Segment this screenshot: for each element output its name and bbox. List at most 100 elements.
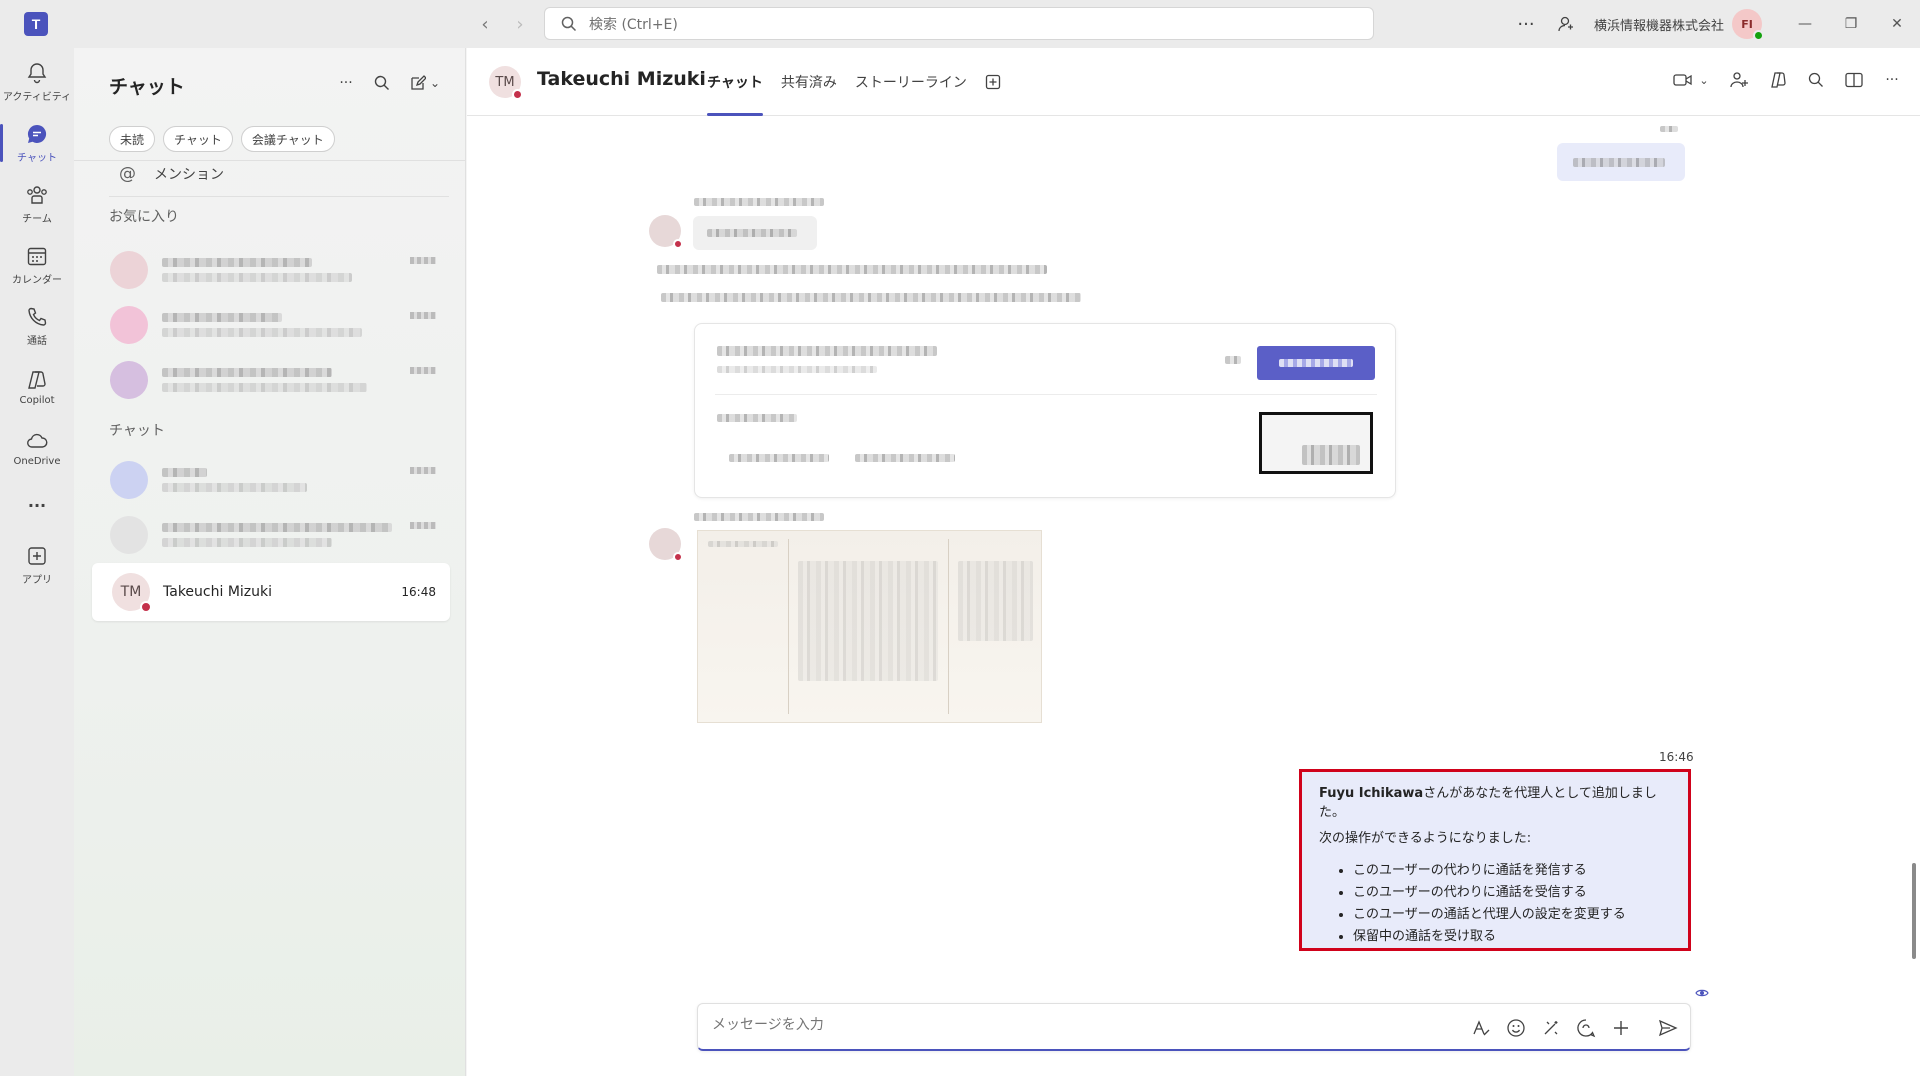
format-icon[interactable] xyxy=(1468,1015,1493,1040)
message-bubble[interactable] xyxy=(693,216,817,250)
minimize-button[interactable]: — xyxy=(1782,0,1828,48)
message-sender xyxy=(694,513,824,521)
settings-more-button[interactable]: ··· xyxy=(1506,0,1546,48)
chat-list-item[interactable] xyxy=(90,298,450,352)
forward-arrow-icon[interactable]: › xyxy=(508,12,532,36)
chat-list-pane: チャット ··· ⌄ 未読 チャット 会議チャット @ メンション お気に入り … xyxy=(74,48,466,1076)
avatar xyxy=(110,306,148,344)
chat-list-item-active[interactable]: TM Takeuchi Mizuki 16:48 xyxy=(92,563,450,621)
add-attachment-icon[interactable] xyxy=(1608,1015,1633,1040)
rail-label: チーム xyxy=(22,214,52,225)
sticker-icon[interactable] xyxy=(1538,1015,1563,1040)
user-avatar[interactable]: FI xyxy=(1732,9,1764,41)
chat-pane-title: チャット xyxy=(109,76,185,98)
search-icon[interactable] xyxy=(1804,68,1828,92)
avatar xyxy=(110,361,148,399)
video-icon xyxy=(1673,74,1693,86)
loop-icon[interactable] xyxy=(1573,1015,1598,1040)
copilot-icon[interactable] xyxy=(1766,68,1790,92)
avatar: TM xyxy=(112,573,152,613)
chat-name: Takeuchi Mizuki xyxy=(163,584,273,600)
message-composer[interactable] xyxy=(697,1003,1691,1051)
delegate-person-icon[interactable] xyxy=(1546,0,1586,48)
copilot-icon xyxy=(28,371,46,389)
add-app-icon xyxy=(28,547,46,565)
tab-storyline[interactable]: ストーリーライン xyxy=(855,48,967,116)
chat-list-item[interactable] xyxy=(90,453,450,507)
back-arrow-icon[interactable]: ‹ xyxy=(473,12,497,36)
video-call-button[interactable]: ⌄ xyxy=(1668,68,1714,92)
message-bubble-self[interactable] xyxy=(1557,143,1685,181)
delegate-notification-message[interactable]: Fuyu Ichikawaさんがあなたを代理人として追加しました。 次の操作がで… xyxy=(1299,769,1691,951)
teams-logo-icon: T xyxy=(24,12,48,36)
emoji-icon[interactable] xyxy=(1503,1015,1528,1040)
bell-icon xyxy=(27,63,47,84)
avatar xyxy=(110,461,148,499)
send-button[interactable] xyxy=(1655,1015,1680,1040)
list-item: このユーザーの通話と代理人の設定を変更する xyxy=(1353,904,1676,926)
mention-label: メンション xyxy=(154,167,224,183)
avatar-initials: TM xyxy=(120,584,142,600)
cloud-icon xyxy=(27,433,48,448)
org-name[interactable]: 横浜情報機器株式会社 xyxy=(1586,0,1732,48)
search-bar[interactable]: 検索 (Ctrl+E) xyxy=(544,7,1374,40)
delegate-message-subtitle: 次の操作ができるようになりました: xyxy=(1319,831,1532,846)
avatar xyxy=(649,215,683,249)
add-tab-icon xyxy=(985,74,1001,90)
message-input[interactable] xyxy=(712,1017,1412,1033)
rail-calendar[interactable]: カレンダー xyxy=(0,236,74,294)
chevron-down-icon: ⌄ xyxy=(1699,73,1709,87)
calendar-icon xyxy=(27,247,47,266)
tab-shared[interactable]: 共有済み xyxy=(781,48,837,116)
search-icon xyxy=(561,16,577,32)
mention-item[interactable]: @ メンション xyxy=(119,164,224,184)
rail-calls[interactable]: 通話 xyxy=(0,297,74,355)
chat-list-item[interactable] xyxy=(90,243,450,297)
search-icon[interactable] xyxy=(369,70,395,96)
chat-list-item[interactable] xyxy=(90,353,450,407)
restore-button[interactable]: ❐ xyxy=(1828,0,1874,48)
tab-chat[interactable]: チャット xyxy=(707,48,763,116)
pop-out-icon[interactable] xyxy=(1842,68,1866,92)
header-avatar[interactable]: TM xyxy=(489,66,523,100)
close-button[interactable]: ✕ xyxy=(1874,0,1920,48)
shared-image[interactable] xyxy=(697,530,1042,723)
at-icon: @ xyxy=(119,164,136,184)
compose-icon xyxy=(411,75,426,90)
message-text xyxy=(661,293,1081,302)
rail-activity[interactable]: アクティビティ xyxy=(0,53,74,111)
chat-title[interactable]: Takeuchi Mizuki xyxy=(537,68,706,90)
phone-icon xyxy=(28,307,47,326)
rail-apps[interactable]: アプリ xyxy=(0,536,74,594)
message-timestamp xyxy=(1660,126,1678,132)
rail-teams[interactable]: チーム xyxy=(0,175,74,233)
delegator-name: Fuyu Ichikawa xyxy=(1319,786,1424,801)
new-chat-button[interactable]: ⌄ xyxy=(405,70,445,96)
add-tab-button[interactable] xyxy=(985,48,1001,116)
card-action-button[interactable] xyxy=(1257,346,1375,380)
chats-section-label[interactable]: チャット xyxy=(109,420,165,440)
more-options-icon[interactable]: ··· xyxy=(1880,68,1904,92)
avatar xyxy=(110,516,148,554)
rail-onedrive[interactable]: OneDrive xyxy=(0,419,74,477)
message-text xyxy=(657,265,1047,274)
scrollbar[interactable] xyxy=(1912,863,1916,959)
more-options-icon[interactable]: ··· xyxy=(333,70,359,96)
rail-chat[interactable]: チャット xyxy=(0,114,74,172)
delegate-permissions-list: このユーザーの代わりに通話を発信する このユーザーの代わりに通話を受信する この… xyxy=(1319,860,1676,948)
avatar-initials: TM xyxy=(495,74,515,90)
favorites-section-label[interactable]: お気に入り xyxy=(109,206,179,226)
filter-unread[interactable]: 未読 xyxy=(109,126,156,152)
list-item: 保留中の通話を受け取る xyxy=(1353,926,1676,948)
chevron-down-icon: ⌄ xyxy=(429,76,441,90)
filter-chat[interactable]: チャット xyxy=(163,126,233,152)
chat-list-item[interactable] xyxy=(90,508,450,562)
rail-copilot[interactable]: Copilot xyxy=(0,358,74,416)
rail-more[interactable]: ··· xyxy=(0,476,74,534)
rail-label: カレンダー xyxy=(12,275,62,286)
shared-link-card[interactable] xyxy=(694,323,1396,498)
chat-header: TM Takeuchi Mizuki チャット 共有済み ストーリーライン ⌄ xyxy=(467,48,1920,116)
chat-icon xyxy=(27,124,47,143)
filter-meeting-chat[interactable]: 会議チャット xyxy=(240,126,335,152)
people-icon[interactable] xyxy=(1728,68,1752,92)
